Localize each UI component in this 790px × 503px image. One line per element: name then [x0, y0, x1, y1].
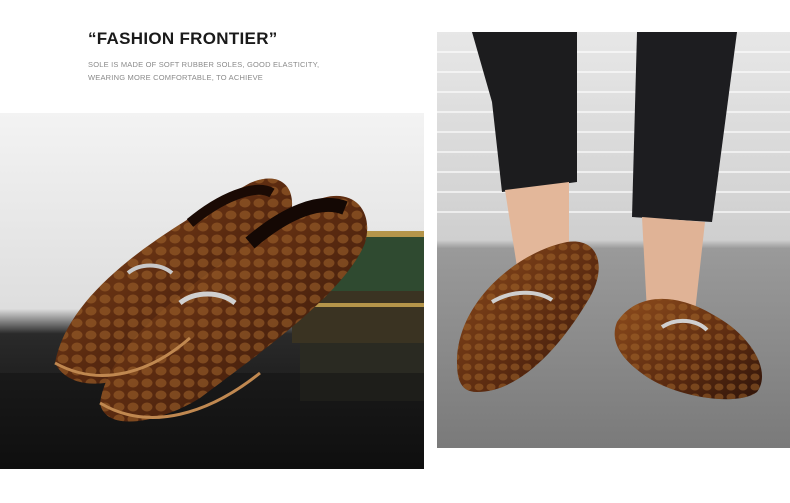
- description-text: SOLE IS MADE OF SOFT RUBBER SOLES, GOOD …: [88, 58, 388, 84]
- header-block: “FASHION FRONTIER” SOLE IS MADE OF SOFT …: [88, 28, 388, 84]
- description-line: WEARING MORE COMFORTABLE, TO ACHIEVE: [88, 73, 264, 82]
- description-line: SOLE IS MADE OF SOFT RUBBER SOLES, GOOD …: [88, 60, 320, 69]
- product-photo-left: [0, 113, 424, 469]
- loafers-on-books-image: [0, 113, 424, 469]
- loafers-worn-image: [437, 32, 790, 448]
- page-title: “FASHION FRONTIER”: [88, 29, 278, 48]
- product-photo-right: [437, 32, 790, 448]
